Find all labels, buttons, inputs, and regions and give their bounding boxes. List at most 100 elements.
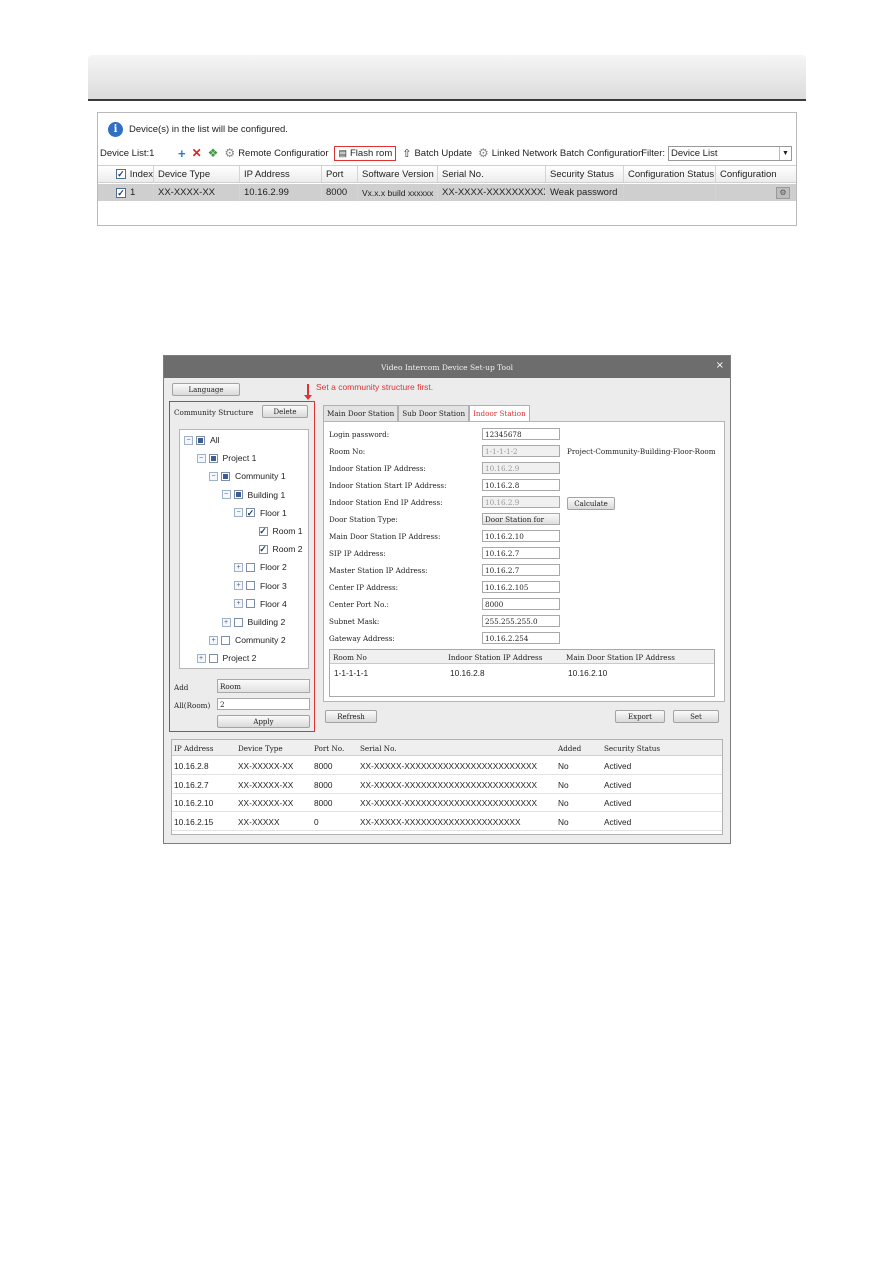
batch-update-button[interactable]: ⇧ Batch Update (402, 147, 472, 160)
column-index[interactable]: ✓ Index (98, 166, 154, 182)
tab-sub-door-station[interactable]: Sub Door Station (398, 405, 470, 421)
column-device-type[interactable]: Device Type (154, 166, 240, 182)
station-tabs: Main Door Station Sub Door Station Indoo… (323, 405, 530, 421)
tree-checkbox[interactable] (246, 599, 255, 609)
room-no-field[interactable]: 1-1-1-1-2 (482, 445, 560, 457)
refresh-button[interactable]: Refresh (325, 710, 377, 723)
collapse-icon[interactable]: − (209, 471, 218, 481)
apply-button[interactable]: Apply (217, 715, 310, 728)
filter-dropdown[interactable]: Device List ▼ (668, 146, 792, 161)
column-port-no[interactable]: Port No. (314, 744, 344, 753)
tree-checkbox[interactable]: ✓ (246, 508, 255, 518)
table-row[interactable]: 10.16.2.15 XX-XXXXX 0 XX-XXXXX-XXXXXXXXXXXX… (172, 813, 722, 831)
door-station-type-select[interactable]: Door Station for (482, 513, 560, 525)
expand-icon[interactable]: + (234, 562, 243, 572)
tree-checkbox[interactable]: ✓ (258, 544, 268, 554)
tree-checkbox[interactable] (246, 562, 255, 572)
column-device-type[interactable]: Device Type (238, 744, 283, 753)
export-button[interactable]: Export (615, 710, 665, 723)
main-door-ip-field[interactable]: 10.16.2.10 (482, 530, 560, 542)
tree-item[interactable]: + Project 2 (196, 651, 256, 665)
indoor-ip-field[interactable]: 10.16.2.9 (482, 462, 560, 474)
flash-rom-label: Flash rom (350, 147, 393, 159)
login-password-field[interactable]: 12345678 (482, 428, 560, 440)
all-room-input[interactable]: 2 (217, 698, 310, 710)
gear-icon: ⚙ (224, 146, 236, 160)
column-port[interactable]: Port (322, 166, 358, 182)
tab-indoor-station[interactable]: Indoor Station (469, 405, 530, 421)
expand-icon[interactable]: + (234, 581, 243, 591)
delete-button[interactable]: Delete (262, 405, 308, 418)
collapse-icon[interactable]: − (234, 508, 243, 518)
select-all-checkbox[interactable]: ✓ (116, 169, 126, 179)
add-type-select[interactable]: Room (217, 679, 310, 693)
tree-checkbox[interactable] (221, 635, 230, 645)
flash-rom-button[interactable]: ▤ Flash rom (334, 145, 397, 161)
expand-icon[interactable]: + (196, 653, 206, 663)
tree-item[interactable]: + Floor 2 (234, 560, 287, 574)
column-security-status[interactable]: Security Status (546, 166, 624, 182)
tree-checkbox[interactable]: ✓ (258, 526, 268, 536)
remote-configuration-button[interactable]: ⚙ Remote Configuratior (224, 146, 328, 160)
tree-checkbox[interactable] (208, 453, 218, 463)
expand-icon[interactable]: + (234, 599, 243, 609)
tab-main-door-station[interactable]: Main Door Station (323, 405, 399, 421)
collapse-icon[interactable]: − (221, 490, 231, 500)
settings-icon[interactable]: ⚙ (776, 186, 790, 199)
expand-icon[interactable]: + (209, 635, 218, 645)
row-checkbox[interactable]: ✓ (116, 187, 126, 198)
tree-item[interactable]: − Project 1 (196, 451, 256, 465)
delete-icon[interactable]: ✕ (192, 146, 202, 160)
column-ip-address[interactable]: IP Address (174, 744, 213, 753)
column-software-version[interactable]: Software Version (358, 166, 438, 182)
column-configuration[interactable]: Configuration (716, 166, 796, 182)
tree-checkbox[interactable] (208, 653, 218, 663)
center-port-field[interactable]: 8000 (482, 598, 560, 610)
table-cell: 8000 (314, 798, 333, 808)
column-serial-no[interactable]: Serial No. (360, 744, 397, 753)
column-added[interactable]: Added (558, 744, 581, 753)
table-row[interactable]: ✓ 1 XX-XXXX-XX 10.16.2.99 8000 Vx.x.x bu… (98, 184, 796, 201)
tree-checkbox[interactable] (221, 471, 230, 481)
table-cell: XX-XXXXX-XXXXXXXXXXXXXXXXXXXXXXXX (360, 798, 538, 808)
column-serial-no[interactable]: Serial No. (438, 166, 546, 182)
master-ip-field[interactable]: 10.16.2.7 (482, 564, 560, 576)
tree-item[interactable]: + Floor 4 (234, 597, 287, 611)
tree-item[interactable]: − All (184, 433, 220, 447)
linked-network-button[interactable]: ⚙ Linked Network Batch Configuration (478, 146, 643, 160)
tree-checkbox[interactable] (233, 490, 243, 500)
expand-icon[interactable]: + (221, 617, 231, 627)
tree-item[interactable]: − ✓ Floor 1 (234, 506, 287, 520)
set-button[interactable]: Set (673, 710, 719, 723)
table-row[interactable]: 10.16.2.8 XX-XXXXX-XX 8000 XX-XXXXX-XXXXXXX… (172, 757, 722, 775)
column-configuration-status[interactable]: Configuration Status (624, 166, 716, 182)
table-row[interactable]: 10.16.2.7 XX-XXXXX-XX 8000 XX-XXXXX-XXXXXXX… (172, 776, 722, 794)
language-button[interactable]: Language (172, 383, 240, 396)
center-ip-field[interactable]: 10.16.2.105 (482, 581, 560, 593)
tree-item[interactable]: + Building 2 (221, 615, 285, 629)
tree-item[interactable]: ✓ Room 1 (247, 524, 303, 538)
gateway-field[interactable]: 10.16.2.254 (482, 632, 560, 644)
tree-item[interactable]: + Community 2 (209, 633, 286, 647)
close-icon[interactable]: × (716, 360, 724, 371)
add-icon[interactable]: + (178, 146, 186, 161)
column-security-status[interactable]: Security Status (604, 744, 660, 753)
subnet-mask-field[interactable]: 255.255.255.0 (482, 615, 560, 627)
sip-ip-field[interactable]: 10.16.2.7 (482, 547, 560, 559)
tree-checkbox[interactable] (233, 617, 243, 627)
calculate-button[interactable]: Calculate (567, 497, 615, 510)
table-row[interactable]: 10.16.2.10 XX-XXXXX-XX 8000 XX-XXXXX-XXXXXX… (172, 794, 722, 812)
table-row[interactable]: 1-1-1-1-1 10.16.2.8 10.16.2.10 (330, 665, 714, 681)
tree-item[interactable]: ✓ Room 2 (247, 542, 303, 556)
collapse-icon[interactable]: − (196, 453, 206, 463)
indoor-start-ip-field[interactable]: 10.16.2.8 (482, 479, 560, 491)
tree-item[interactable]: − Community 1 (209, 469, 286, 483)
tree-item[interactable]: − Building 1 (221, 488, 285, 502)
collapse-icon[interactable]: − (184, 435, 193, 445)
refresh-icon[interactable]: ❖ (208, 146, 219, 160)
tree-item[interactable]: + Floor 3 (234, 579, 287, 593)
tree-checkbox[interactable] (246, 581, 255, 591)
indoor-end-ip-field[interactable]: 10.16.2.9 (482, 496, 560, 508)
column-ip-address[interactable]: IP Address (240, 166, 322, 182)
tree-checkbox[interactable] (196, 435, 205, 445)
